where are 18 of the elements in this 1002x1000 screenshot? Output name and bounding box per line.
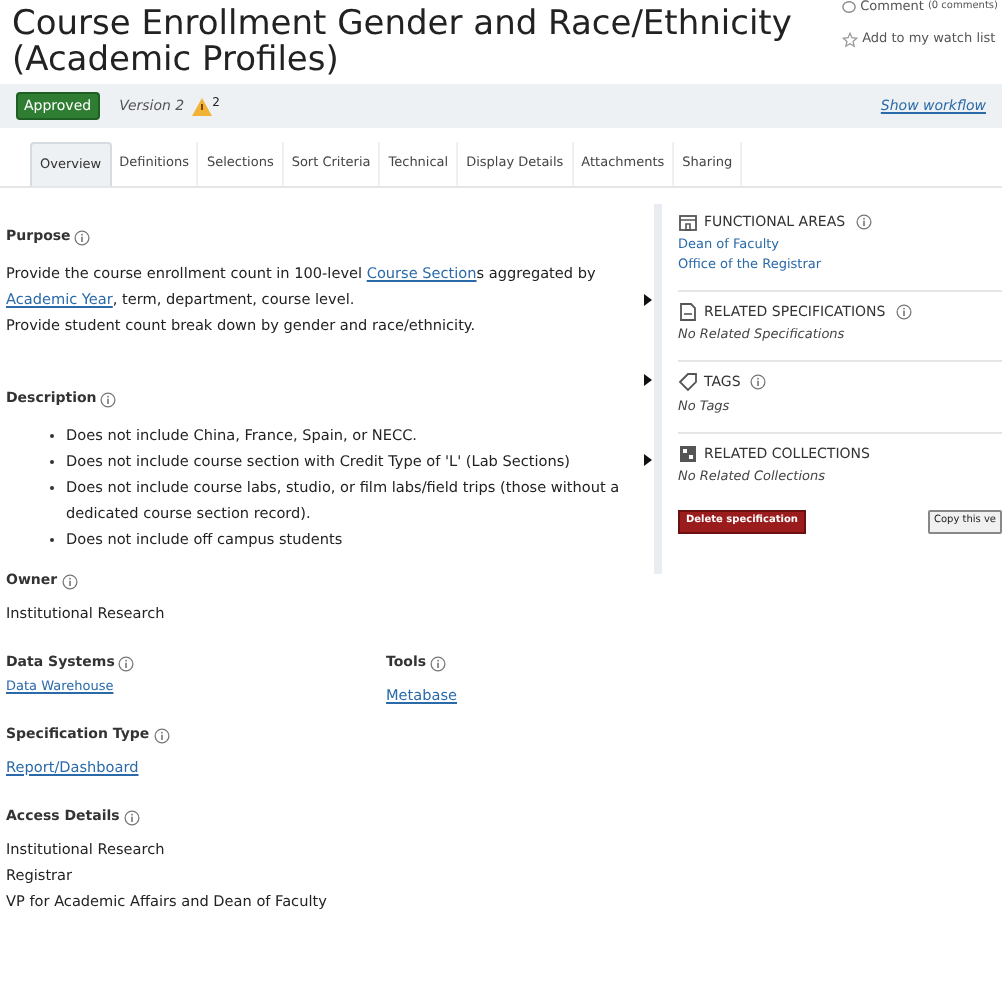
expand-arrow-icon[interactable]: [644, 374, 652, 386]
comment-icon: [842, 0, 857, 15]
info-icon: [153, 727, 170, 743]
info-icon: [123, 809, 140, 825]
tag-icon: [678, 372, 698, 393]
expand-arrow-icon[interactable]: [644, 454, 652, 466]
info-icon: [74, 229, 91, 245]
info-icon: [61, 573, 78, 589]
collection-icon: [678, 443, 698, 464]
building-icon: [678, 212, 698, 233]
info-icon: [100, 391, 117, 407]
star-icon: [842, 31, 859, 48]
document-icon: [678, 301, 698, 322]
expand-arrow-icon[interactable]: [644, 294, 652, 306]
info-icon: [118, 655, 135, 671]
warning-icon: [192, 97, 213, 115]
info-icon: [430, 655, 447, 671]
page-title: Course Enrollment Gender and Race/Ethnicity (Academic Profiles): [12, 6, 794, 78]
